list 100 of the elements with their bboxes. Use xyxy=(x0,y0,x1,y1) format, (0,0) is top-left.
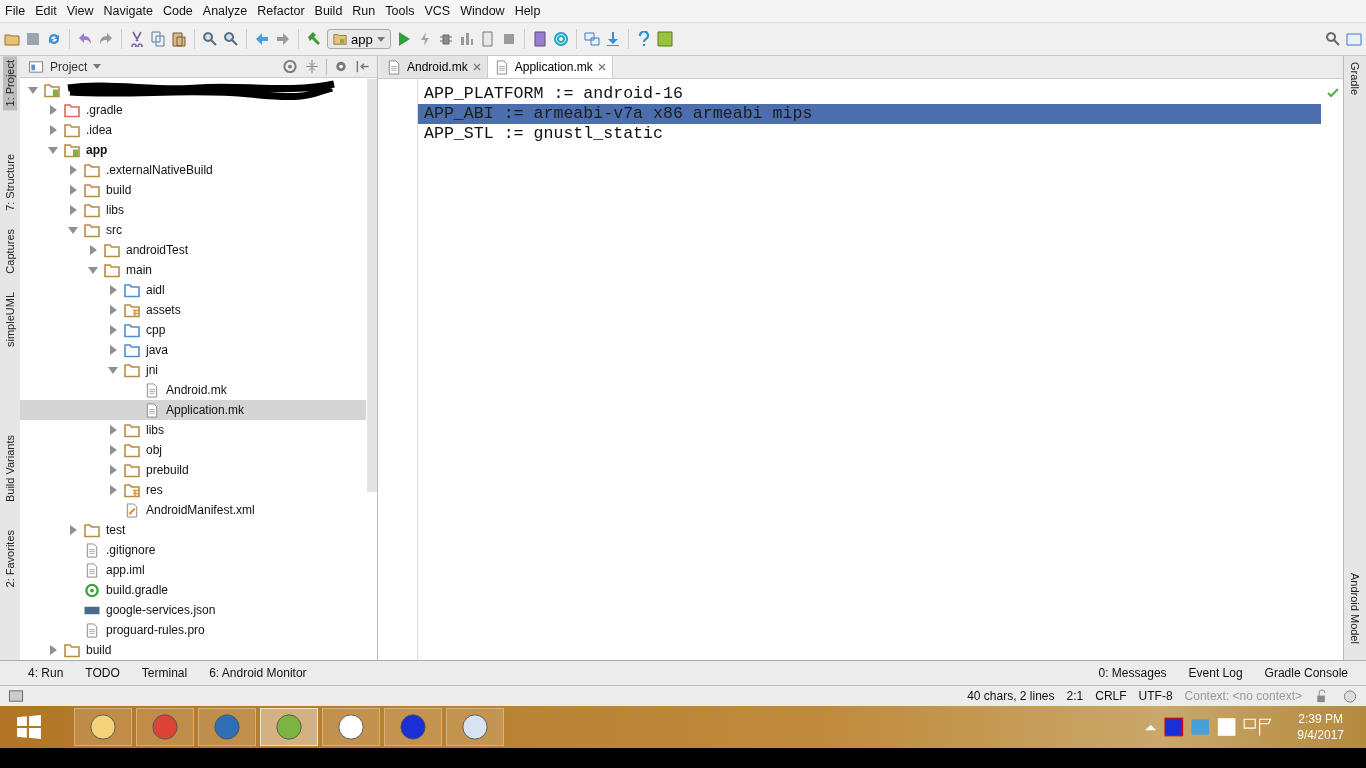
paint-taskbar-button[interactable] xyxy=(446,708,504,746)
find-icon[interactable] xyxy=(202,31,218,47)
collapsed-arrow-icon[interactable] xyxy=(108,305,118,315)
tree-item[interactable]: .idea xyxy=(20,120,366,140)
tree-item[interactable]: jni xyxy=(20,360,366,380)
settings-icon[interactable] xyxy=(333,59,349,74)
collapsed-arrow-icon[interactable] xyxy=(68,205,78,215)
collapsed-arrow-icon[interactable] xyxy=(48,105,58,115)
back-icon[interactable] xyxy=(254,31,270,47)
tool-window-button[interactable]: 4: Run xyxy=(28,666,64,680)
sdk-manager-icon[interactable] xyxy=(552,31,569,47)
document-taskbar-button[interactable] xyxy=(384,708,442,746)
cursor-position[interactable]: 2:1 xyxy=(1066,689,1084,703)
tree-item[interactable]: app xyxy=(20,140,366,160)
tool-window-button[interactable]: Gradle Console xyxy=(1264,666,1348,680)
tree-item[interactable]: libs xyxy=(20,420,366,440)
menu-item[interactable]: Run xyxy=(347,4,381,18)
chrome-taskbar-button[interactable] xyxy=(136,708,194,746)
tree-item[interactable]: libs xyxy=(20,200,366,220)
paste-icon[interactable] xyxy=(171,31,187,47)
profile-icon[interactable] xyxy=(458,31,475,47)
tool-window-tab[interactable]: 7: Structure xyxy=(3,150,17,216)
menu-item[interactable]: File xyxy=(0,4,31,18)
line-separator[interactable]: CRLF xyxy=(1095,689,1127,703)
tree-item[interactable]: proguard-rules.pro xyxy=(20,620,366,640)
studio-taskbar-button[interactable] xyxy=(260,708,318,746)
caret-icon[interactable] xyxy=(93,64,102,69)
collapsed-arrow-icon[interactable] xyxy=(108,325,118,335)
collapsed-arrow-icon[interactable] xyxy=(68,165,78,175)
cut-icon[interactable] xyxy=(129,31,145,47)
build-icon[interactable] xyxy=(306,31,322,47)
collapse-icon[interactable] xyxy=(304,59,320,74)
tree-item[interactable]: obj xyxy=(20,440,366,460)
tree-item[interactable]: aidl xyxy=(20,280,366,300)
tree-item[interactable]: java xyxy=(20,340,366,360)
tool-window-button[interactable]: 0: Messages xyxy=(1098,666,1167,680)
tool-window-tab[interactable]: Gradle xyxy=(1347,56,1363,102)
close-icon[interactable] xyxy=(597,63,606,71)
panel-title[interactable]: Project xyxy=(50,59,88,74)
menu-item[interactable]: Code xyxy=(157,4,198,18)
tree-item[interactable]: androidTest xyxy=(20,240,366,260)
scrollbar[interactable] xyxy=(367,79,377,492)
debug-icon[interactable] xyxy=(437,31,454,47)
tree-item[interactable]: Android.mk xyxy=(20,380,366,400)
search-icon[interactable] xyxy=(1325,31,1341,47)
layout-icon[interactable] xyxy=(8,688,24,704)
collapsed-arrow-icon[interactable] xyxy=(108,285,118,295)
tree-item[interactable]: cpp xyxy=(20,320,366,340)
tree-item[interactable]: build xyxy=(20,640,366,660)
menu-item[interactable]: Tools xyxy=(380,4,420,18)
open-folder-icon[interactable] xyxy=(4,31,20,47)
menu-item[interactable]: Build xyxy=(309,4,348,18)
menu-item[interactable]: Window xyxy=(455,4,510,18)
expanded-arrow-icon[interactable] xyxy=(88,265,98,275)
tree-item[interactable]: google-services.json xyxy=(20,600,366,620)
copy-icon[interactable] xyxy=(150,31,166,47)
window-icon[interactable] xyxy=(1346,31,1362,47)
target-icon[interactable] xyxy=(282,59,298,74)
collapsed-arrow-icon[interactable] xyxy=(68,185,78,195)
expanded-arrow-icon[interactable] xyxy=(48,145,58,155)
tool-window-button[interactable]: TODO xyxy=(85,666,120,680)
tree-item[interactable]: assets xyxy=(20,300,366,320)
close-icon[interactable] xyxy=(472,63,481,71)
collapsed-arrow-icon[interactable] xyxy=(108,425,118,435)
project-structure-icon[interactable] xyxy=(583,31,600,47)
forward-icon[interactable] xyxy=(275,31,291,47)
collapsed-arrow-icon[interactable] xyxy=(48,125,58,135)
editor-tab[interactable]: Application.mk xyxy=(487,56,613,78)
tool-window-tab[interactable]: Build Variants xyxy=(3,431,17,507)
sync-icon[interactable] xyxy=(46,31,62,47)
tool-window-tab[interactable]: simpleUML xyxy=(3,287,17,351)
notepad-taskbar-button[interactable] xyxy=(322,708,380,746)
menu-item[interactable]: Edit xyxy=(30,4,62,18)
tree-item[interactable]: prebuild xyxy=(20,460,366,480)
tree-item[interactable]: main xyxy=(20,260,366,280)
tree-item[interactable]: build.gradle xyxy=(20,580,366,600)
menu-item[interactable]: VCS xyxy=(419,4,456,18)
editor-tab[interactable]: Android.mk xyxy=(380,56,488,78)
tree-item[interactable]: test xyxy=(20,520,366,540)
menu-item[interactable]: Help xyxy=(509,4,546,18)
tree-item[interactable]: app.iml xyxy=(20,560,366,580)
explorer-taskbar-button[interactable] xyxy=(74,708,132,746)
menu-item[interactable]: View xyxy=(61,4,99,18)
start-icon[interactable] xyxy=(16,714,42,740)
encoding[interactable]: UTF-8 xyxy=(1138,689,1173,703)
collapsed-arrow-icon[interactable] xyxy=(48,645,58,655)
tool-window-button[interactable]: Event Log xyxy=(1188,666,1243,680)
attach-debugger-icon[interactable] xyxy=(479,31,496,47)
avd-manager-icon[interactable] xyxy=(531,31,548,47)
tool-window-button[interactable]: 6: Android Monitor xyxy=(209,666,307,680)
collapsed-arrow-icon[interactable] xyxy=(108,445,118,455)
save-icon[interactable] xyxy=(25,31,41,47)
collapsed-arrow-icon[interactable] xyxy=(108,345,118,355)
tool-window-tab[interactable]: 2: Favorites xyxy=(3,526,17,592)
tool-window-tab[interactable]: Captures xyxy=(3,225,17,278)
replace-icon[interactable] xyxy=(223,31,239,47)
expanded-arrow-icon[interactable] xyxy=(108,365,118,375)
expanded-arrow-icon[interactable] xyxy=(68,225,78,235)
hide-icon[interactable] xyxy=(355,59,371,74)
tree-item[interactable]: .gitignore xyxy=(20,540,366,560)
